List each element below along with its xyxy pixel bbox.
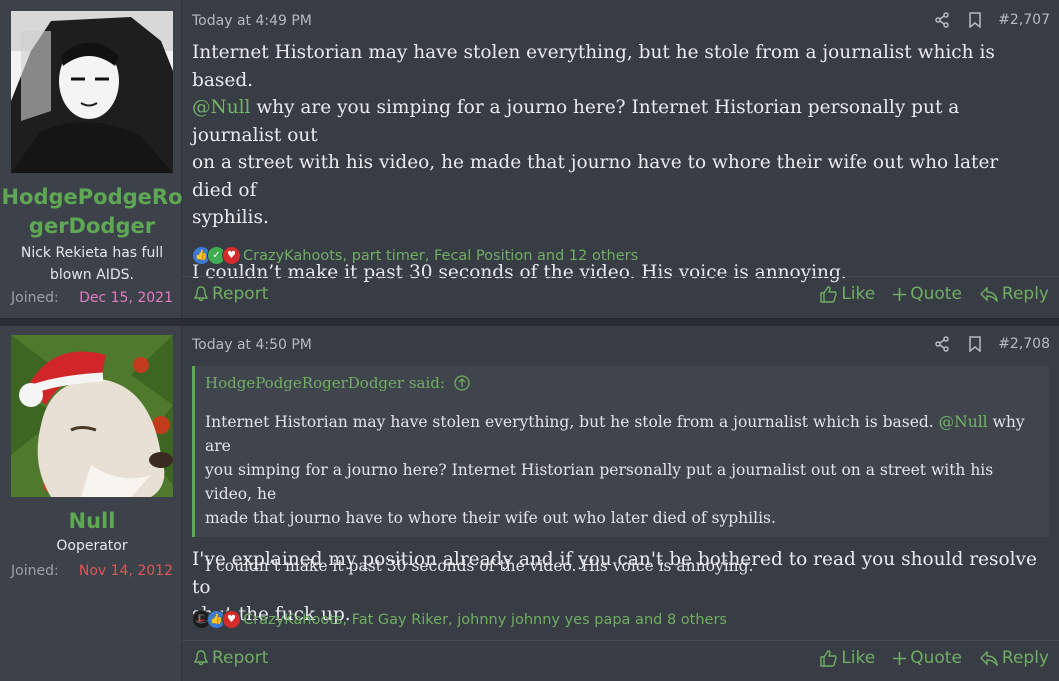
reply-button[interactable]: Reply [979, 284, 1049, 304]
post-2708: Null Ooperator Joined: Nov 14, 2012 Toda… [0, 326, 1059, 681]
username[interactable]: Null [0, 507, 184, 536]
body-text-span: why are you simping for a journo here? I… [192, 97, 960, 146]
avatar[interactable] [11, 335, 173, 497]
quote-label[interactable]: Quote [910, 648, 962, 668]
reply-label[interactable]: Reply [1002, 284, 1049, 304]
post-content: Today at 4:50 PM #2,708 HodgePodgeRogerD… [182, 326, 1059, 681]
quote-line: Internet Historian may have stolen every… [205, 410, 1041, 458]
report-bell-icon [194, 286, 208, 302]
post-timestamp[interactable]: Today at 4:50 PM [192, 337, 312, 353]
post-actions: Like Quote Reply [802, 648, 1049, 668]
quote-author[interactable]: HodgePodgeRogerDodger said: [205, 374, 445, 392]
quote-plus-icon [893, 651, 907, 665]
post-actions: Like Quote Reply [802, 284, 1049, 304]
body-line: on a street with his video, he made that… [192, 152, 999, 201]
report-button[interactable]: Report [194, 284, 268, 304]
joined-row: Joined: Dec 15, 2021 [11, 290, 173, 306]
reply-arrow-icon [979, 286, 998, 302]
report-bell-icon [194, 650, 208, 666]
post-content: Today at 4:49 PM #2,707 Internet Histori… [182, 0, 1059, 318]
bookmark-icon[interactable] [968, 12, 982, 28]
avatar[interactable] [11, 11, 173, 173]
reply-button[interactable]: Reply [979, 648, 1049, 668]
quote-line: you simping for a journo here? Internet … [205, 461, 994, 503]
reply-label[interactable]: Reply [1002, 648, 1049, 668]
user-title-line-1: Nick Rekieta has full [20, 245, 164, 261]
user-title: Ooperator [0, 535, 184, 557]
report-label[interactable]: Report [212, 648, 268, 668]
reactions-users[interactable]: CrazyKahoots, Fat Gay Riker, johnny john… [243, 612, 727, 628]
post-2707: HodgePodgeRo gerDodger Nick Rekieta has … [0, 0, 1059, 319]
reactions-users[interactable]: CrazyKahoots, part timer, Fecal Position… [243, 248, 638, 264]
body-line: syphilis. [192, 207, 269, 228]
report-label[interactable]: Report [212, 284, 268, 304]
quote-block: HodgePodgeRogerDodger said: Internet His… [192, 366, 1049, 575]
like-thumb-icon [820, 649, 838, 667]
quote-button[interactable]: Quote [893, 648, 962, 668]
quote-text-span: Internet Historian may have stolen every… [205, 413, 934, 431]
username-text[interactable]: Null [0, 507, 184, 536]
quote-line: made that journo have to whore their wif… [205, 509, 776, 527]
quote-up-arrow-icon[interactable] [454, 375, 470, 391]
like-label[interactable]: Like [841, 648, 875, 668]
joined-date: Dec 15, 2021 [79, 290, 173, 306]
post-number[interactable]: #2,708 [998, 336, 1050, 352]
body-line: @Null why are you simping for a journo h… [192, 94, 1041, 149]
share-icon[interactable] [934, 336, 950, 352]
bookmark-icon[interactable] [968, 336, 982, 352]
user-title: Nick Rekieta has full blown AIDS. [0, 242, 184, 286]
joined-label: Joined: [11, 290, 59, 306]
user-sidebar: HodgePodgeRo gerDodger Nick Rekieta has … [0, 0, 184, 318]
quote-button[interactable]: Quote [893, 284, 962, 304]
user-sidebar: Null Ooperator Joined: Nov 14, 2012 [0, 326, 182, 681]
like-label[interactable]: Like [841, 284, 875, 304]
like-button[interactable]: Like [820, 284, 875, 304]
share-icon[interactable] [934, 12, 950, 28]
user-title-text: Ooperator [56, 538, 128, 554]
quote-header[interactable]: HodgePodgeRogerDodger said: [205, 374, 470, 392]
user-title-line-2: blown AIDS. [50, 267, 134, 283]
user-mention[interactable]: @Null [192, 97, 250, 118]
post-meta-actions: #2,707 [916, 12, 1050, 28]
post-footer: Report Like Quote Reply [182, 640, 1059, 681]
like-button[interactable]: Like [820, 648, 875, 668]
reactions-bar[interactable]: 👍 ✓ ♥ CrazyKahoots, part timer, Fecal Po… [192, 246, 638, 265]
winner-reaction-icon: ♥ [222, 246, 241, 265]
reaction-icons: 👍 ✓ ♥ [192, 246, 241, 265]
username-line-2[interactable]: gerDodger [0, 212, 184, 241]
report-button[interactable]: Report [194, 648, 268, 668]
like-thumb-icon [820, 285, 838, 303]
post-footer: Report Like Quote Reply [182, 276, 1059, 317]
reaction-icons: 🎩 👍 ♥ [192, 610, 241, 629]
reply-arrow-icon [979, 650, 998, 666]
body-line: I've explained my position already and i… [192, 549, 1037, 598]
post-number[interactable]: #2,707 [998, 12, 1050, 28]
reactions-bar[interactable]: 🎩 👍 ♥ CrazyKahoots, Fat Gay Riker, johnn… [192, 610, 727, 629]
post-meta-actions: #2,708 [916, 336, 1050, 352]
username-line-1[interactable]: HodgePodgeRo [0, 183, 184, 212]
username[interactable]: HodgePodgeRo gerDodger [0, 183, 184, 241]
winner-reaction-icon: ♥ [222, 610, 241, 629]
user-mention[interactable]: @Null [939, 413, 988, 431]
body-line: Internet Historian may have stolen every… [192, 42, 995, 91]
joined-date: Nov 14, 2012 [78, 563, 173, 579]
joined-label: Joined: [11, 563, 59, 579]
post-timestamp[interactable]: Today at 4:49 PM [192, 13, 312, 29]
quote-label[interactable]: Quote [910, 284, 962, 304]
quote-plus-icon [893, 287, 907, 301]
joined-row: Joined: Nov 14, 2012 [11, 563, 173, 579]
